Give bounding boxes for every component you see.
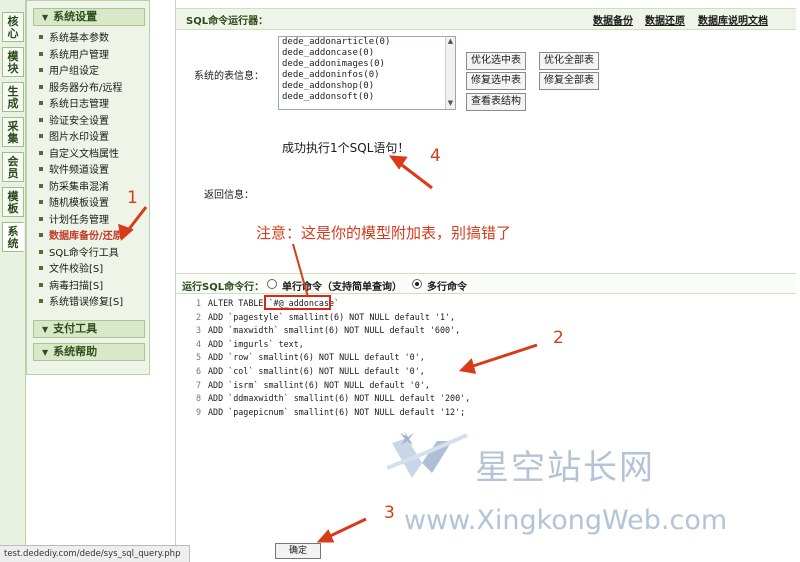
annotation-number-1: 1 [127,188,138,208]
ok-button[interactable]: 确定 [275,543,321,559]
arrow-4 [397,160,433,190]
arrow-3 [327,517,367,539]
arrow-2-head [458,358,477,374]
annotation-arrows [118,155,538,543]
arrow-2 [469,343,538,369]
arrow-note [292,243,309,298]
arrow-3-head [316,529,335,543]
annotation-number-4: 4 [430,146,441,166]
status-bar-url: test.dedediy.com/dede/sys_sql_query.php [0,545,190,562]
app-window: 核心 模块 生成 采集 会员 模板 系统 ▼ 系统设置 系统基本参数 系统用户管理… [0,0,800,562]
annotation-number-3: 3 [384,503,395,523]
annotation-number-2: 2 [553,328,564,348]
